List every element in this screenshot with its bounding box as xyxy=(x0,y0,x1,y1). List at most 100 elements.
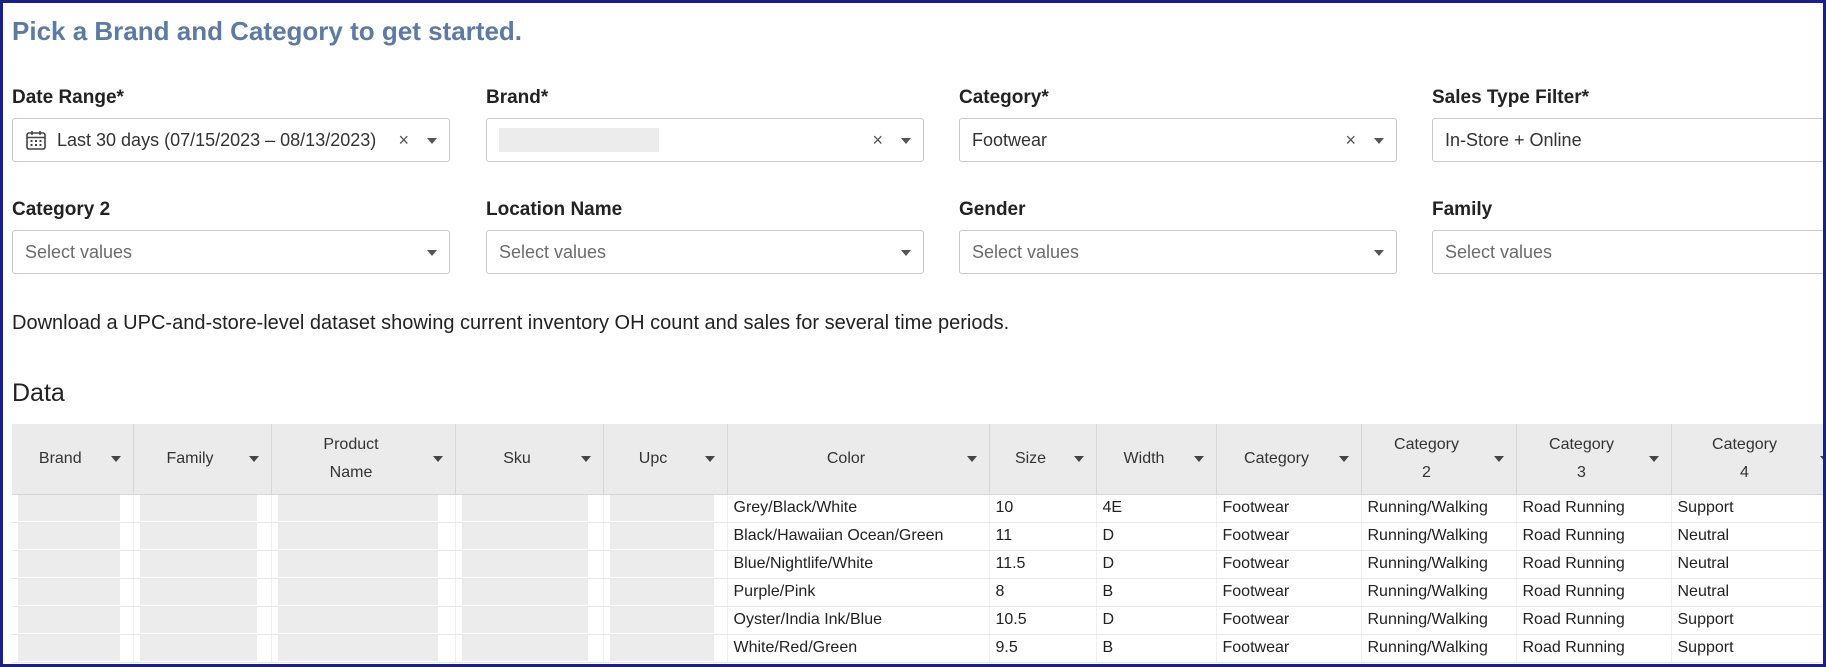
sort-caret-icon[interactable] xyxy=(248,456,259,462)
redaction-block xyxy=(18,579,120,605)
column-header[interactable]: Sku xyxy=(455,424,604,495)
redaction-block xyxy=(609,607,714,633)
sort-caret-icon[interactable] xyxy=(110,456,121,462)
chevron-down-icon[interactable] xyxy=(1374,138,1384,144)
width-cell: B xyxy=(1096,578,1217,607)
close-icon[interactable]: × xyxy=(1345,130,1356,151)
data-section-title: Data xyxy=(12,379,65,407)
category2-label: Category 2 xyxy=(12,199,111,220)
table-row[interactable]: Grey/Black/White 10 4E Footwear Running/Walk… xyxy=(12,494,1823,523)
redaction-block xyxy=(139,551,257,577)
column-header[interactable]: Category xyxy=(1216,424,1362,495)
redaction-block xyxy=(277,523,439,549)
sort-caret-icon[interactable] xyxy=(966,456,977,462)
redaction-block xyxy=(609,523,714,549)
close-icon[interactable]: × xyxy=(398,130,409,151)
brand-label: Brand* xyxy=(486,87,549,108)
column-header[interactable]: Category 3 xyxy=(1516,424,1672,495)
chevron-down-icon[interactable] xyxy=(901,138,911,144)
sort-caret-icon[interactable] xyxy=(1819,456,1823,462)
redaction-block xyxy=(277,495,439,521)
data-table: Brand Family Product Name Sku Upc Color Size Wid… xyxy=(12,424,1823,663)
category-cell: Footwear xyxy=(1216,634,1362,663)
redaction-block xyxy=(609,551,714,577)
product-name-cell-redacted xyxy=(271,522,456,551)
sales-type-select[interactable]: In-Store + Online × xyxy=(1432,118,1823,162)
column-header[interactable]: Size xyxy=(989,424,1097,495)
location-name-select[interactable]: Select values xyxy=(486,230,924,274)
gender-select[interactable]: Select values xyxy=(959,230,1397,274)
column-header[interactable]: Upc xyxy=(603,424,728,495)
column-header[interactable]: Family xyxy=(133,424,272,495)
category2-cell: Running/Walking xyxy=(1361,634,1517,663)
family-select[interactable]: Select values xyxy=(1432,230,1823,274)
size-cell: 11.5 xyxy=(989,550,1097,579)
width-cell: D xyxy=(1096,606,1217,635)
column-header-label: Width xyxy=(1123,449,1165,467)
sort-caret-icon[interactable] xyxy=(1338,456,1349,462)
sort-caret-icon[interactable] xyxy=(1193,456,1204,462)
brand-cell-redacted xyxy=(12,578,134,607)
category-cell: Footwear xyxy=(1216,522,1362,551)
date-range-select[interactable]: Last 30 days (07/15/2023 – 08/13/2023) × xyxy=(12,118,450,162)
redaction-block xyxy=(139,579,257,605)
redaction-block xyxy=(609,495,714,521)
table-row[interactable]: Black/Hawaiian Ocean/Green 11 D Footwear Run… xyxy=(12,522,1823,551)
category-cell: Footwear xyxy=(1216,606,1362,635)
category-cell: Footwear xyxy=(1216,550,1362,579)
category4-cell: Support xyxy=(1671,494,1823,523)
table-row[interactable]: White/Red/Green 9.5 B Footwear Running/Walki… xyxy=(12,634,1823,663)
size-cell: 10 xyxy=(989,494,1097,523)
column-header[interactable]: Color xyxy=(727,424,990,495)
sort-caret-icon[interactable] xyxy=(704,456,715,462)
redaction-block xyxy=(461,551,589,577)
chevron-down-icon[interactable] xyxy=(1374,250,1384,256)
table-row[interactable]: Oyster/India Ink/Blue 10.5 D Footwear Runnin… xyxy=(12,606,1823,635)
category3-cell: Road Running xyxy=(1516,522,1672,551)
family-cell-redacted xyxy=(133,606,272,635)
chevron-down-icon[interactable] xyxy=(427,250,437,256)
category4-cell: Support xyxy=(1671,634,1823,663)
brand-cell-redacted xyxy=(12,550,134,579)
column-header[interactable]: Category 2 xyxy=(1361,424,1517,495)
column-header-label: Category xyxy=(1712,435,1777,453)
column-header[interactable]: Brand xyxy=(12,424,134,495)
sort-caret-icon[interactable] xyxy=(1648,456,1659,462)
table-row[interactable]: Blue/Nightlife/White 11.5 D Footwear Running… xyxy=(12,550,1823,579)
sku-cell-redacted xyxy=(455,634,604,663)
close-icon[interactable]: × xyxy=(872,130,883,151)
date-range-label: Date Range* xyxy=(12,87,124,108)
sort-caret-icon[interactable] xyxy=(432,456,443,462)
column-header-label: Name xyxy=(329,463,373,481)
redaction-block xyxy=(277,551,439,577)
sales-type-label: Sales Type Filter* xyxy=(1432,87,1589,108)
redaction-block xyxy=(18,551,120,577)
category4-cell: Neutral xyxy=(1671,578,1823,607)
sort-caret-icon[interactable] xyxy=(1493,456,1504,462)
sort-caret-icon[interactable] xyxy=(580,456,591,462)
category-select[interactable]: Footwear × xyxy=(959,118,1397,162)
column-header[interactable]: Width xyxy=(1096,424,1217,495)
category3-cell: Road Running xyxy=(1516,606,1672,635)
brand-select[interactable]: × xyxy=(486,118,924,162)
category2-select[interactable]: Select values xyxy=(12,230,450,274)
column-header-label: Upc xyxy=(638,449,668,467)
page-description: Download a UPC-and-store-level dataset s… xyxy=(12,312,1010,334)
location-name-placeholder: Select values xyxy=(499,241,607,262)
product-name-cell-redacted xyxy=(271,550,456,579)
chevron-down-icon[interactable] xyxy=(427,138,437,144)
location-name-label: Location Name xyxy=(486,199,623,220)
table-header-row: Brand Family Product Name Sku Upc Color Size Wid… xyxy=(12,424,1823,495)
column-header[interactable]: Product Name xyxy=(271,424,456,495)
sort-caret-icon[interactable] xyxy=(1073,456,1084,462)
category2-cell: Running/Walking xyxy=(1361,578,1517,607)
column-header[interactable]: Category 4 xyxy=(1671,424,1823,495)
sku-cell-redacted xyxy=(455,494,604,523)
sku-cell-redacted xyxy=(455,578,604,607)
product-name-cell-redacted xyxy=(271,494,456,523)
column-header-label: 4 xyxy=(1740,463,1749,481)
table-row[interactable]: Purple/Pink 8 B Footwear Running/Walking Road… xyxy=(12,578,1823,607)
category2-cell: Running/Walking xyxy=(1361,494,1517,523)
redaction-block xyxy=(461,495,589,521)
chevron-down-icon[interactable] xyxy=(901,250,911,256)
